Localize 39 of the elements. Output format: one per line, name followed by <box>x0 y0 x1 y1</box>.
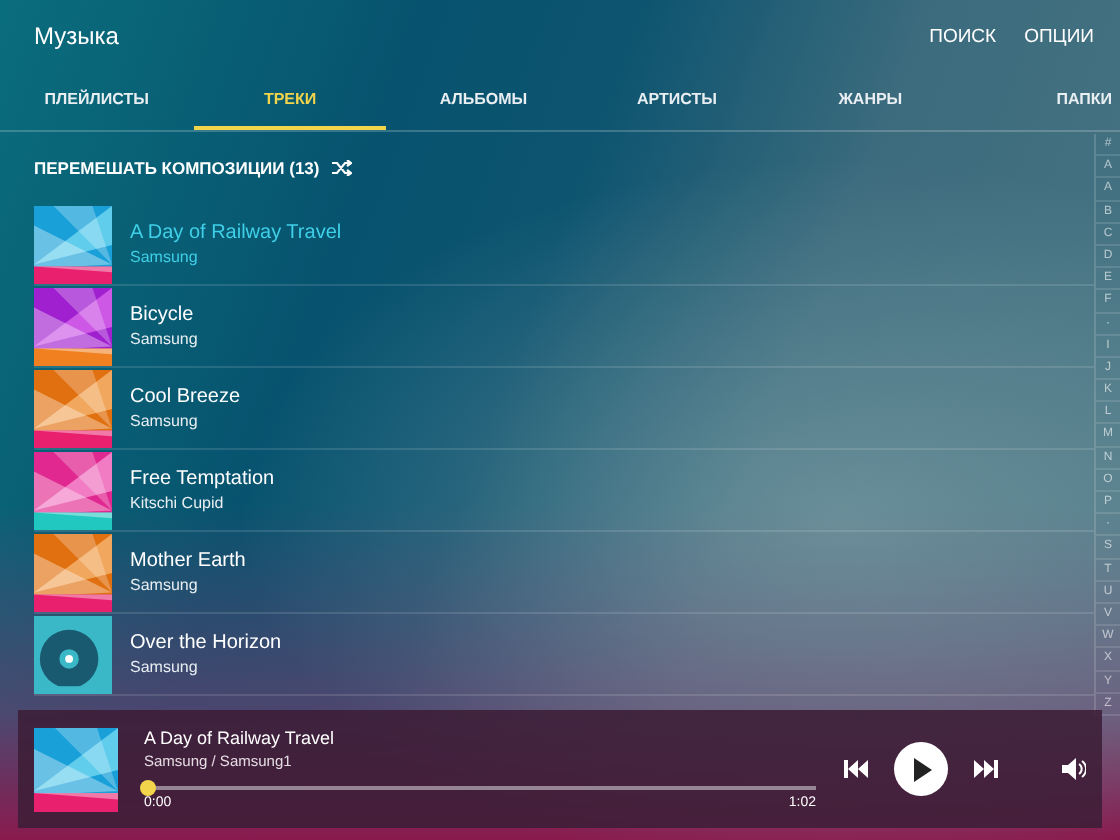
track-title: Over the Horizon <box>130 632 282 654</box>
track-title: Mother Earth <box>130 550 246 572</box>
volume-icon <box>1062 758 1086 780</box>
action-button[interactable]: ОПЦИИ <box>1024 21 1094 51</box>
shuffle-label[interactable]: ПЕРЕМЕШАТЬ КОМПОЗИЦИИ (13) <box>34 158 320 178</box>
track-row[interactable]: Cool Breeze Samsung <box>34 368 1094 450</box>
track-artist: Samsung <box>130 412 200 430</box>
track-row[interactable]: A Day of Railway Travel Samsung <box>34 204 1094 286</box>
track-artist: Kitschi Cupid <box>130 494 226 512</box>
track-row[interactable]: Mother Earth Samsung <box>34 532 1094 614</box>
track-title: Free Temptation <box>130 468 275 490</box>
tab[interactable]: АЛЬБОМЫ <box>386 72 581 130</box>
previous-icon <box>844 760 868 778</box>
track-title: Bicycle <box>130 304 196 326</box>
next-icon <box>974 760 998 778</box>
track-title: A Day of Railway Travel <box>130 222 342 244</box>
tab[interactable]: АРТИСТЫ <box>580 72 774 130</box>
volume-button[interactable] <box>1062 758 1086 780</box>
tab[interactable]: ПАПКИ <box>967 72 1120 130</box>
now-playing-title: A Day of Railway Travel <box>144 728 337 748</box>
track-artist: Samsung <box>130 576 200 594</box>
play-button[interactable] <box>894 742 948 796</box>
tab[interactable]: ПЛЕЙЛИСТЫ <box>0 72 194 130</box>
play-icon <box>911 757 931 781</box>
track-title: Cool Breeze <box>130 386 241 408</box>
tab[interactable]: ЖАНРЫ <box>773 72 968 130</box>
track-row[interactable]: Bicycle Samsung <box>34 286 1094 368</box>
track-artist: Samsung <box>130 658 200 676</box>
tab[interactable]: ТРЕКИ <box>193 72 387 130</box>
next-button[interactable] <box>974 760 998 778</box>
track-artist: Samsung <box>130 248 200 266</box>
action-button[interactable]: ПОИСК <box>929 21 997 51</box>
shuffle-icon[interactable] <box>331 160 352 176</box>
seek-thumb[interactable] <box>140 780 156 796</box>
previous-button[interactable] <box>844 760 868 778</box>
app-title: Музыка <box>34 22 121 50</box>
track-row[interactable]: Free Temptation Kitschi Cupid <box>34 450 1094 532</box>
track-row[interactable]: Over the Horizon Samsung <box>34 614 1094 696</box>
track-artist: Samsung <box>130 330 198 348</box>
